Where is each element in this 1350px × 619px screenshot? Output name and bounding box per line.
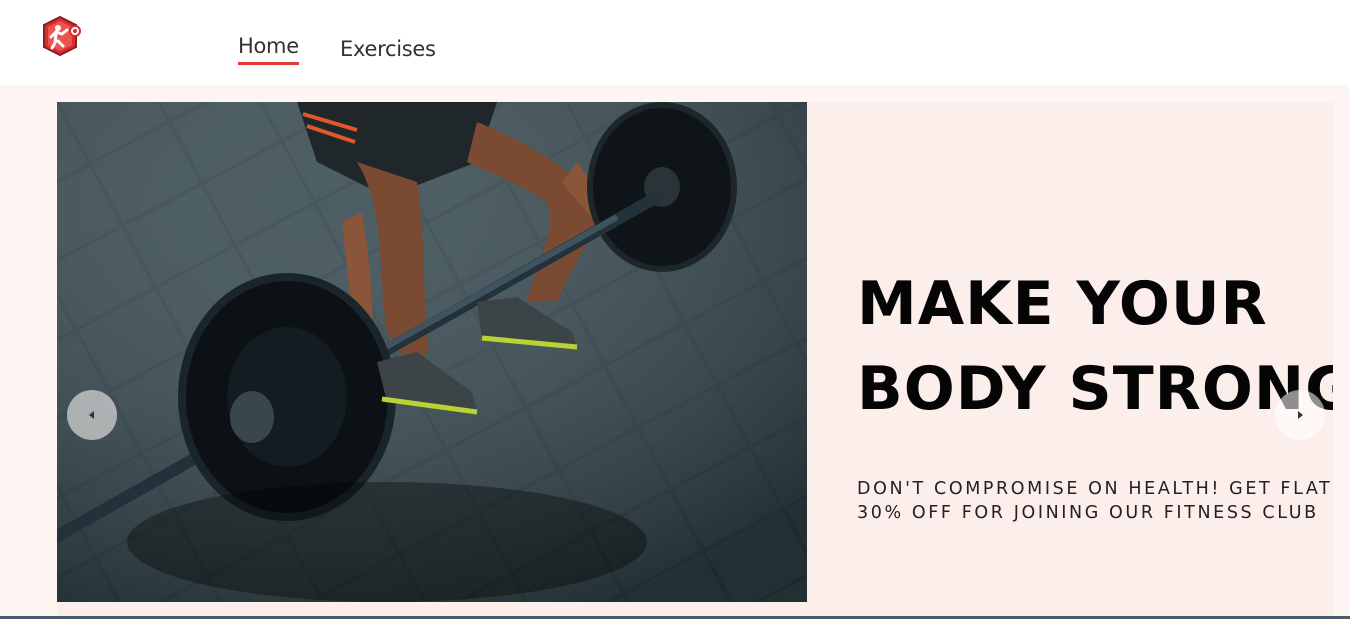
navbar: Home Exercises — [0, 0, 1350, 85]
chevron-left-icon — [89, 411, 94, 419]
hero-title-line: MAKE YOUR — [857, 269, 1268, 339]
hero-title-line: BODY STRONG — [857, 354, 1333, 424]
hero-subtitle-line: 30% OFF FOR JOINING OUR FITNESS CLUB — [857, 503, 1319, 523]
nav-link-exercises[interactable]: Exercises — [340, 37, 436, 65]
hero-subtitle-line: DON'T COMPROMISE ON HEALTH! GET FLAT — [857, 479, 1333, 499]
weightlifter-logo-icon[interactable] — [42, 15, 82, 59]
nav-link-home[interactable]: Home — [238, 34, 299, 65]
hero-banner: MAKE YOUR BODY STRONG DON'T COMPROMISE O… — [57, 102, 1333, 619]
hero-subtitle: DON'T COMPROMISE ON HEALTH! GET FLAT 30%… — [857, 477, 1333, 525]
carousel-next-button[interactable] — [1275, 390, 1325, 440]
hero-title: MAKE YOUR BODY STRONG — [857, 262, 1333, 432]
barbell-deadlift-photo — [57, 102, 807, 602]
chevron-right-icon — [1298, 411, 1303, 419]
carousel-prev-button[interactable] — [67, 390, 117, 440]
